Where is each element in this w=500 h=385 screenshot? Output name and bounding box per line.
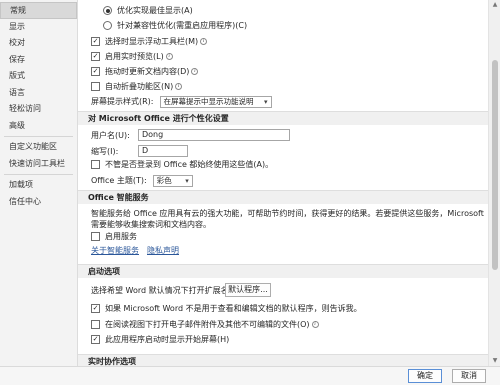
vertical-scrollbar[interactable]: ▲ ▼: [488, 0, 500, 366]
theme-label: Office 主题(T):: [91, 176, 147, 185]
default-programs-label: 选择希望 Word 默认情况下打开扩展名:: [91, 286, 232, 295]
radio-best-display-row[interactable]: 优化实现最佳显示(A): [103, 4, 193, 17]
radio-compat-row[interactable]: 针对兼容性优化(需重启应用程序)(C): [103, 19, 247, 32]
enable-services-row[interactable]: 启用服务: [91, 230, 137, 243]
collaboration-options-header: 实时协作选项: [78, 354, 488, 366]
update-drag-row[interactable]: ✓ 拖动时更新文档内容(D) i: [91, 65, 199, 78]
mini-toolbar-row[interactable]: ✓ 选择时显示浮动工具栏(M) i: [91, 35, 208, 48]
sidebar-item-save[interactable]: 保存: [0, 52, 77, 69]
intelligent-services-header: Office 智能服务: [78, 190, 488, 204]
radio-button[interactable]: [103, 21, 112, 30]
screentip-select[interactable]: 在屏幕提示中显示功能说明: [159, 95, 272, 108]
always-use-row[interactable]: 不管是否登录到 Office 都始终使用这些值(A)。: [91, 158, 273, 171]
scroll-down-icon[interactable]: ▼: [489, 356, 500, 366]
about-intelligent-services-link[interactable]: 关于智能服务: [91, 245, 139, 256]
info-icon: i: [200, 38, 208, 45]
tell-me-default-row[interactable]: ✓ 如果 Microsoft Word 不是用于查看和编辑文档的默认程序，则告诉…: [91, 302, 362, 315]
sidebar-item-accessibility[interactable]: 轻松访问: [0, 101, 77, 118]
scroll-up-icon[interactable]: ▲: [489, 0, 500, 10]
screentip-row: 屏幕提示样式(R): 在屏幕提示中显示功能说明: [91, 95, 272, 108]
enable-services-checkbox[interactable]: [91, 232, 100, 241]
live-preview-checkbox[interactable]: ✓: [91, 52, 100, 61]
radio-best-display-label: 优化实现最佳显示(A): [117, 6, 193, 15]
update-drag-label: 拖动时更新文档内容(D): [105, 67, 190, 76]
dialog-footer: 确定 取消: [0, 366, 500, 385]
intelligent-services-description: 智能服务给 Office 应用具有云的强大功能，可帮助节约时间，获得更好的结果。…: [91, 209, 484, 229]
sidebar-divider: [4, 174, 73, 175]
tell-me-default-label: 如果 Microsoft Word 不是用于查看和编辑文档的默认程序，则告诉我。: [105, 304, 362, 313]
info-icon: i: [165, 53, 173, 60]
default-programs-button[interactable]: 默认程序...: [225, 283, 271, 297]
enable-services-label: 启用服务: [105, 232, 137, 241]
personalize-section-header: 对 Microsoft Office 进行个性化设置: [78, 111, 488, 125]
open-reading-label: 在阅读视图下打开电子邮件附件及其他不可编辑的文件(O): [105, 320, 310, 329]
start-screen-label: 此应用程序启动时显示开始屏幕(H): [105, 335, 230, 344]
startup-options-header: 启动选项: [78, 264, 488, 278]
sidebar-item-trust-center[interactable]: 信任中心: [0, 194, 77, 211]
radio-compat-label: 针对兼容性优化(需重启应用程序)(C): [117, 21, 248, 30]
live-preview-label: 启用实时预览(L): [105, 52, 164, 61]
cancel-button[interactable]: 取消: [452, 369, 486, 383]
screentip-label: 屏幕提示样式(R):: [91, 97, 154, 106]
sidebar-item-proofing[interactable]: 校对: [0, 35, 77, 52]
open-reading-checkbox[interactable]: [91, 320, 100, 329]
sidebar-item-quick-access-toolbar[interactable]: 快速访问工具栏: [0, 156, 77, 173]
collapse-ribbon-label: 自动折叠功能区(N): [105, 82, 174, 91]
initials-field[interactable]: D: [138, 145, 188, 157]
theme-select[interactable]: 彩色: [152, 174, 193, 187]
intelligent-links: 关于智能服务 隐私声明: [91, 244, 179, 257]
sidebar-item-display[interactable]: 显示: [0, 19, 77, 36]
sidebar-item-customize-ribbon[interactable]: 自定义功能区: [0, 139, 77, 156]
scroll-thumb[interactable]: [492, 60, 498, 270]
sidebar-item-language[interactable]: 语言: [0, 85, 77, 102]
sidebar-item-general[interactable]: 常规: [0, 2, 77, 19]
tell-me-default-checkbox[interactable]: ✓: [91, 304, 100, 313]
username-label: 用户名(U):: [91, 131, 130, 140]
info-icon: i: [311, 321, 319, 328]
open-reading-row[interactable]: 在阅读视图下打开电子邮件附件及其他不可编辑的文件(O) i: [91, 318, 319, 331]
update-drag-checkbox[interactable]: ✓: [91, 67, 100, 76]
options-content: 优化实现最佳显示(A) 针对兼容性优化(需重启应用程序)(C) ✓ 选择时显示浮…: [78, 0, 488, 366]
theme-row: Office 主题(T): 彩色: [91, 174, 193, 187]
mini-toolbar-label: 选择时显示浮动工具栏(M): [105, 37, 199, 46]
username-field[interactable]: Dong: [138, 129, 290, 141]
start-screen-row[interactable]: ✓ 此应用程序启动时显示开始屏幕(H): [91, 333, 229, 346]
always-use-label: 不管是否登录到 Office 都始终使用这些值(A)。: [105, 160, 274, 169]
info-icon: i: [175, 83, 183, 90]
always-use-checkbox[interactable]: [91, 160, 100, 169]
sidebar-item-add-ins[interactable]: 加载项: [0, 177, 77, 194]
ok-button[interactable]: 确定: [408, 369, 442, 383]
sidebar-divider: [4, 136, 73, 137]
collapse-ribbon-checkbox[interactable]: [91, 82, 100, 91]
live-preview-row[interactable]: ✓ 启用实时预览(L) i: [91, 50, 173, 63]
radio-button-selected[interactable]: [103, 6, 112, 15]
mini-toolbar-checkbox[interactable]: ✓: [91, 37, 100, 46]
start-screen-checkbox[interactable]: ✓: [91, 335, 100, 344]
info-icon: i: [191, 68, 199, 75]
sidebar-item-layout[interactable]: 版式: [0, 68, 77, 85]
sidebar-item-advanced[interactable]: 高级: [0, 118, 77, 135]
options-sidebar: 常规 显示 校对 保存 版式 语言 轻松访问 高级 自定义功能区 快速访问工具栏…: [0, 0, 78, 366]
privacy-statement-link[interactable]: 隐私声明: [147, 245, 179, 256]
initials-label: 缩写(I):: [91, 147, 119, 156]
collapse-ribbon-row[interactable]: 自动折叠功能区(N) i: [91, 80, 183, 93]
